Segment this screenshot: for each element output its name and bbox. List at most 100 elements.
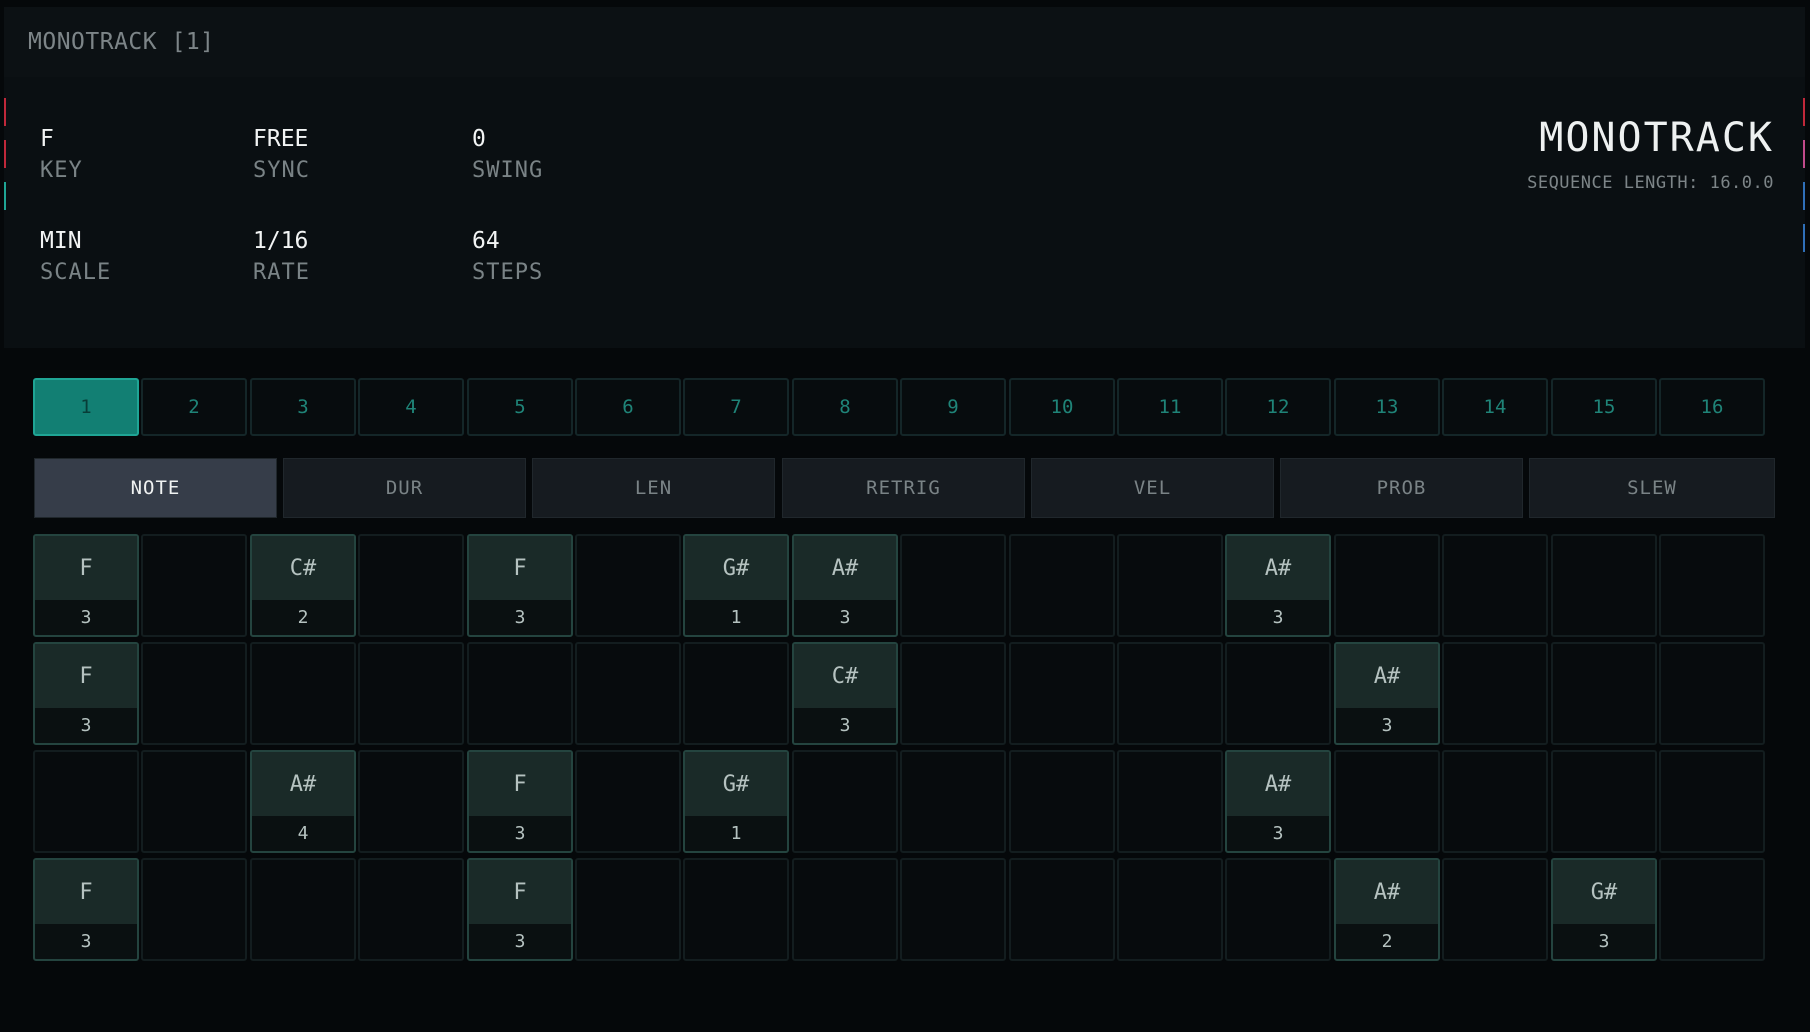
step-cell[interactable]: C# 2 — [250, 534, 356, 637]
step-cell[interactable] — [1659, 534, 1765, 637]
step-cell[interactable] — [141, 858, 247, 961]
page-button-14[interactable]: 14 — [1442, 378, 1548, 436]
step-cell[interactable] — [358, 750, 464, 853]
tab-dur[interactable]: DUR — [283, 458, 526, 518]
step-cell[interactable] — [1551, 642, 1657, 745]
tab-note[interactable]: NOTE — [34, 458, 277, 518]
step-cell[interactable]: G# 1 — [683, 750, 789, 853]
tab-vel[interactable]: VEL — [1031, 458, 1274, 518]
page-button-9[interactable]: 9 — [900, 378, 1006, 436]
step-cell[interactable] — [1659, 858, 1765, 961]
step-cell[interactable]: F3 — [467, 858, 573, 961]
step-cell[interactable]: A# 2 — [1334, 858, 1440, 961]
step-cell[interactable] — [1442, 858, 1548, 961]
step-note: C# — [252, 536, 354, 600]
step-cell[interactable] — [1117, 642, 1223, 745]
tab-slew[interactable]: SLEW — [1529, 458, 1775, 518]
step-cell[interactable] — [1117, 750, 1223, 853]
step-cell[interactable] — [1551, 534, 1657, 637]
page-button-1[interactable]: 1 — [33, 378, 139, 436]
key-label: KEY — [40, 158, 83, 183]
step-cell[interactable]: C# 3 — [792, 642, 898, 745]
step-cell[interactable] — [33, 750, 139, 853]
step-cell[interactable] — [1225, 858, 1331, 961]
step-cell[interactable]: F3 — [33, 642, 139, 745]
step-cell[interactable]: G# 3 — [1551, 858, 1657, 961]
step-cell[interactable] — [1551, 750, 1657, 853]
step-cell[interactable]: F3 — [467, 534, 573, 637]
page-button-13[interactable]: 13 — [1334, 378, 1440, 436]
step-cell[interactable] — [575, 858, 681, 961]
step-cell[interactable] — [1009, 750, 1115, 853]
step-cell[interactable] — [792, 750, 898, 853]
step-cell[interactable] — [683, 858, 789, 961]
step-cell[interactable] — [900, 858, 1006, 961]
page-button-7[interactable]: 7 — [683, 378, 789, 436]
step-cell[interactable] — [1659, 642, 1765, 745]
brand-name: MONOTRACK — [1539, 115, 1774, 161]
tab-len[interactable]: LEN — [532, 458, 775, 518]
page-button-6[interactable]: 6 — [575, 378, 681, 436]
page-button-16[interactable]: 16 — [1659, 378, 1765, 436]
step-cell[interactable] — [1442, 642, 1548, 745]
page-button-5[interactable]: 5 — [467, 378, 573, 436]
step-note: A# — [1336, 860, 1438, 924]
step-cell[interactable]: A# 3 — [1225, 750, 1331, 853]
step-cell[interactable] — [1009, 642, 1115, 745]
step-cell[interactable] — [575, 534, 681, 637]
step-cell[interactable] — [900, 534, 1006, 637]
step-cell[interactable] — [1334, 534, 1440, 637]
page-button-11[interactable]: 11 — [1117, 378, 1223, 436]
step-cell[interactable] — [250, 642, 356, 745]
step-cell[interactable] — [1225, 642, 1331, 745]
swing-param[interactable]: 0 SWING — [472, 126, 543, 183]
step-cell[interactable]: A# 3 — [1225, 534, 1331, 637]
step-cell[interactable] — [900, 750, 1006, 853]
page-button-2[interactable]: 2 — [141, 378, 247, 436]
step-cell[interactable]: F3 — [467, 750, 573, 853]
step-cell[interactable] — [575, 750, 681, 853]
step-octave: 3 — [839, 714, 851, 736]
step-cell[interactable] — [683, 642, 789, 745]
step-cell[interactable] — [141, 534, 247, 637]
page-button-3[interactable]: 3 — [250, 378, 356, 436]
step-cell[interactable] — [1117, 534, 1223, 637]
step-cell[interactable] — [1009, 858, 1115, 961]
step-cell[interactable]: F3 — [33, 858, 139, 961]
step-cell[interactable] — [358, 642, 464, 745]
page-button-4[interactable]: 4 — [358, 378, 464, 436]
sync-param[interactable]: FREE SYNC — [253, 126, 310, 183]
step-cell[interactable] — [358, 858, 464, 961]
step-cell[interactable] — [900, 642, 1006, 745]
step-cell[interactable] — [575, 642, 681, 745]
step-cell[interactable] — [141, 750, 247, 853]
step-cell[interactable] — [1442, 750, 1548, 853]
step-cell[interactable]: G# 1 — [683, 534, 789, 637]
step-cell[interactable] — [1442, 534, 1548, 637]
step-cell[interactable]: A# 3 — [792, 534, 898, 637]
step-cell[interactable] — [250, 858, 356, 961]
page-button-12[interactable]: 12 — [1225, 378, 1331, 436]
step-cell[interactable]: A# 3 — [1334, 642, 1440, 745]
step-cell[interactable]: A# 4 — [250, 750, 356, 853]
page-button-15[interactable]: 15 — [1551, 378, 1657, 436]
step-cell[interactable]: F3 — [33, 534, 139, 637]
step-cell[interactable] — [792, 858, 898, 961]
tab-retrig[interactable]: RETRIG — [782, 458, 1025, 518]
tab-prob[interactable]: PROB — [1280, 458, 1523, 518]
step-cell[interactable] — [1334, 750, 1440, 853]
step-cell[interactable] — [1009, 534, 1115, 637]
step-cell[interactable] — [467, 642, 573, 745]
steps-param[interactable]: 64 STEPS — [472, 228, 543, 285]
step-cell[interactable] — [358, 534, 464, 637]
rate-param[interactable]: 1/16 RATE — [253, 228, 310, 285]
scale-param[interactable]: MIN SCALE — [40, 228, 111, 285]
page-button-8[interactable]: 8 — [792, 378, 898, 436]
page-button-10[interactable]: 10 — [1009, 378, 1115, 436]
step-cell[interactable] — [141, 642, 247, 745]
edge-marker-right — [1803, 182, 1805, 210]
key-param[interactable]: F KEY — [40, 126, 83, 183]
step-cell[interactable] — [1117, 858, 1223, 961]
swing-value: 0 — [472, 126, 486, 152]
step-cell[interactable] — [1659, 750, 1765, 853]
